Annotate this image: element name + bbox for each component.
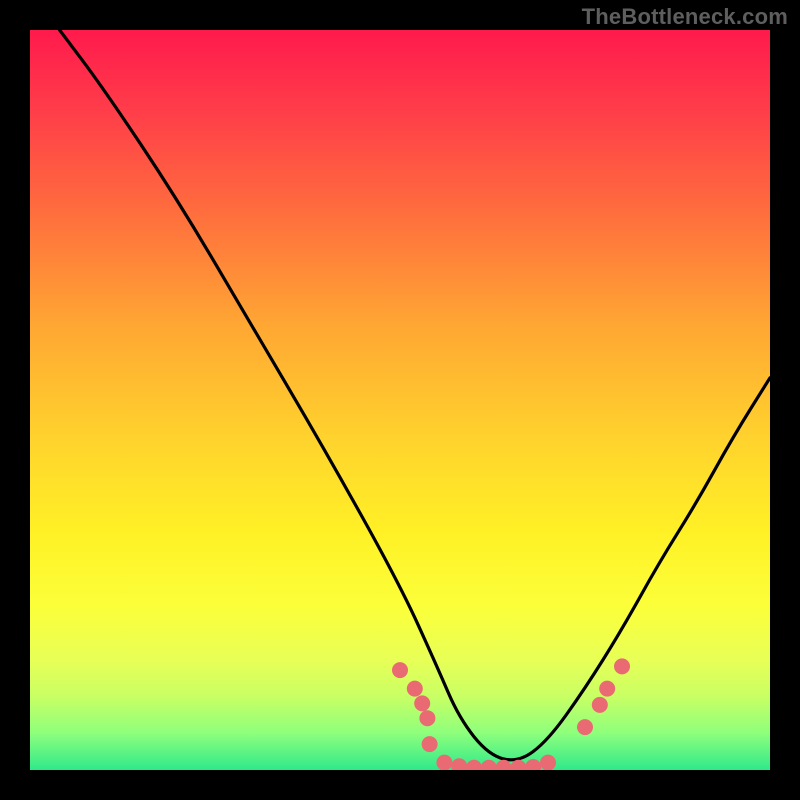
curve-marker	[436, 755, 452, 770]
curve-marker	[540, 755, 556, 770]
plot-area	[30, 30, 770, 770]
curve-marker	[466, 760, 482, 770]
curve-marker	[592, 697, 608, 713]
chart-frame: TheBottleneck.com	[0, 0, 800, 800]
bottleneck-curve	[60, 30, 770, 760]
curve-marker	[577, 719, 593, 735]
watermark-text: TheBottleneck.com	[582, 4, 788, 30]
curve-marker	[451, 758, 467, 770]
curve-marker	[525, 759, 541, 770]
curve-layer	[30, 30, 770, 770]
curve-marker	[419, 710, 435, 726]
curve-marker	[392, 662, 408, 678]
curve-marker	[599, 681, 615, 697]
curve-marker	[422, 736, 438, 752]
curve-marker	[481, 760, 497, 770]
curve-marker	[407, 681, 423, 697]
curve-marker	[414, 695, 430, 711]
curve-marker	[614, 658, 630, 674]
